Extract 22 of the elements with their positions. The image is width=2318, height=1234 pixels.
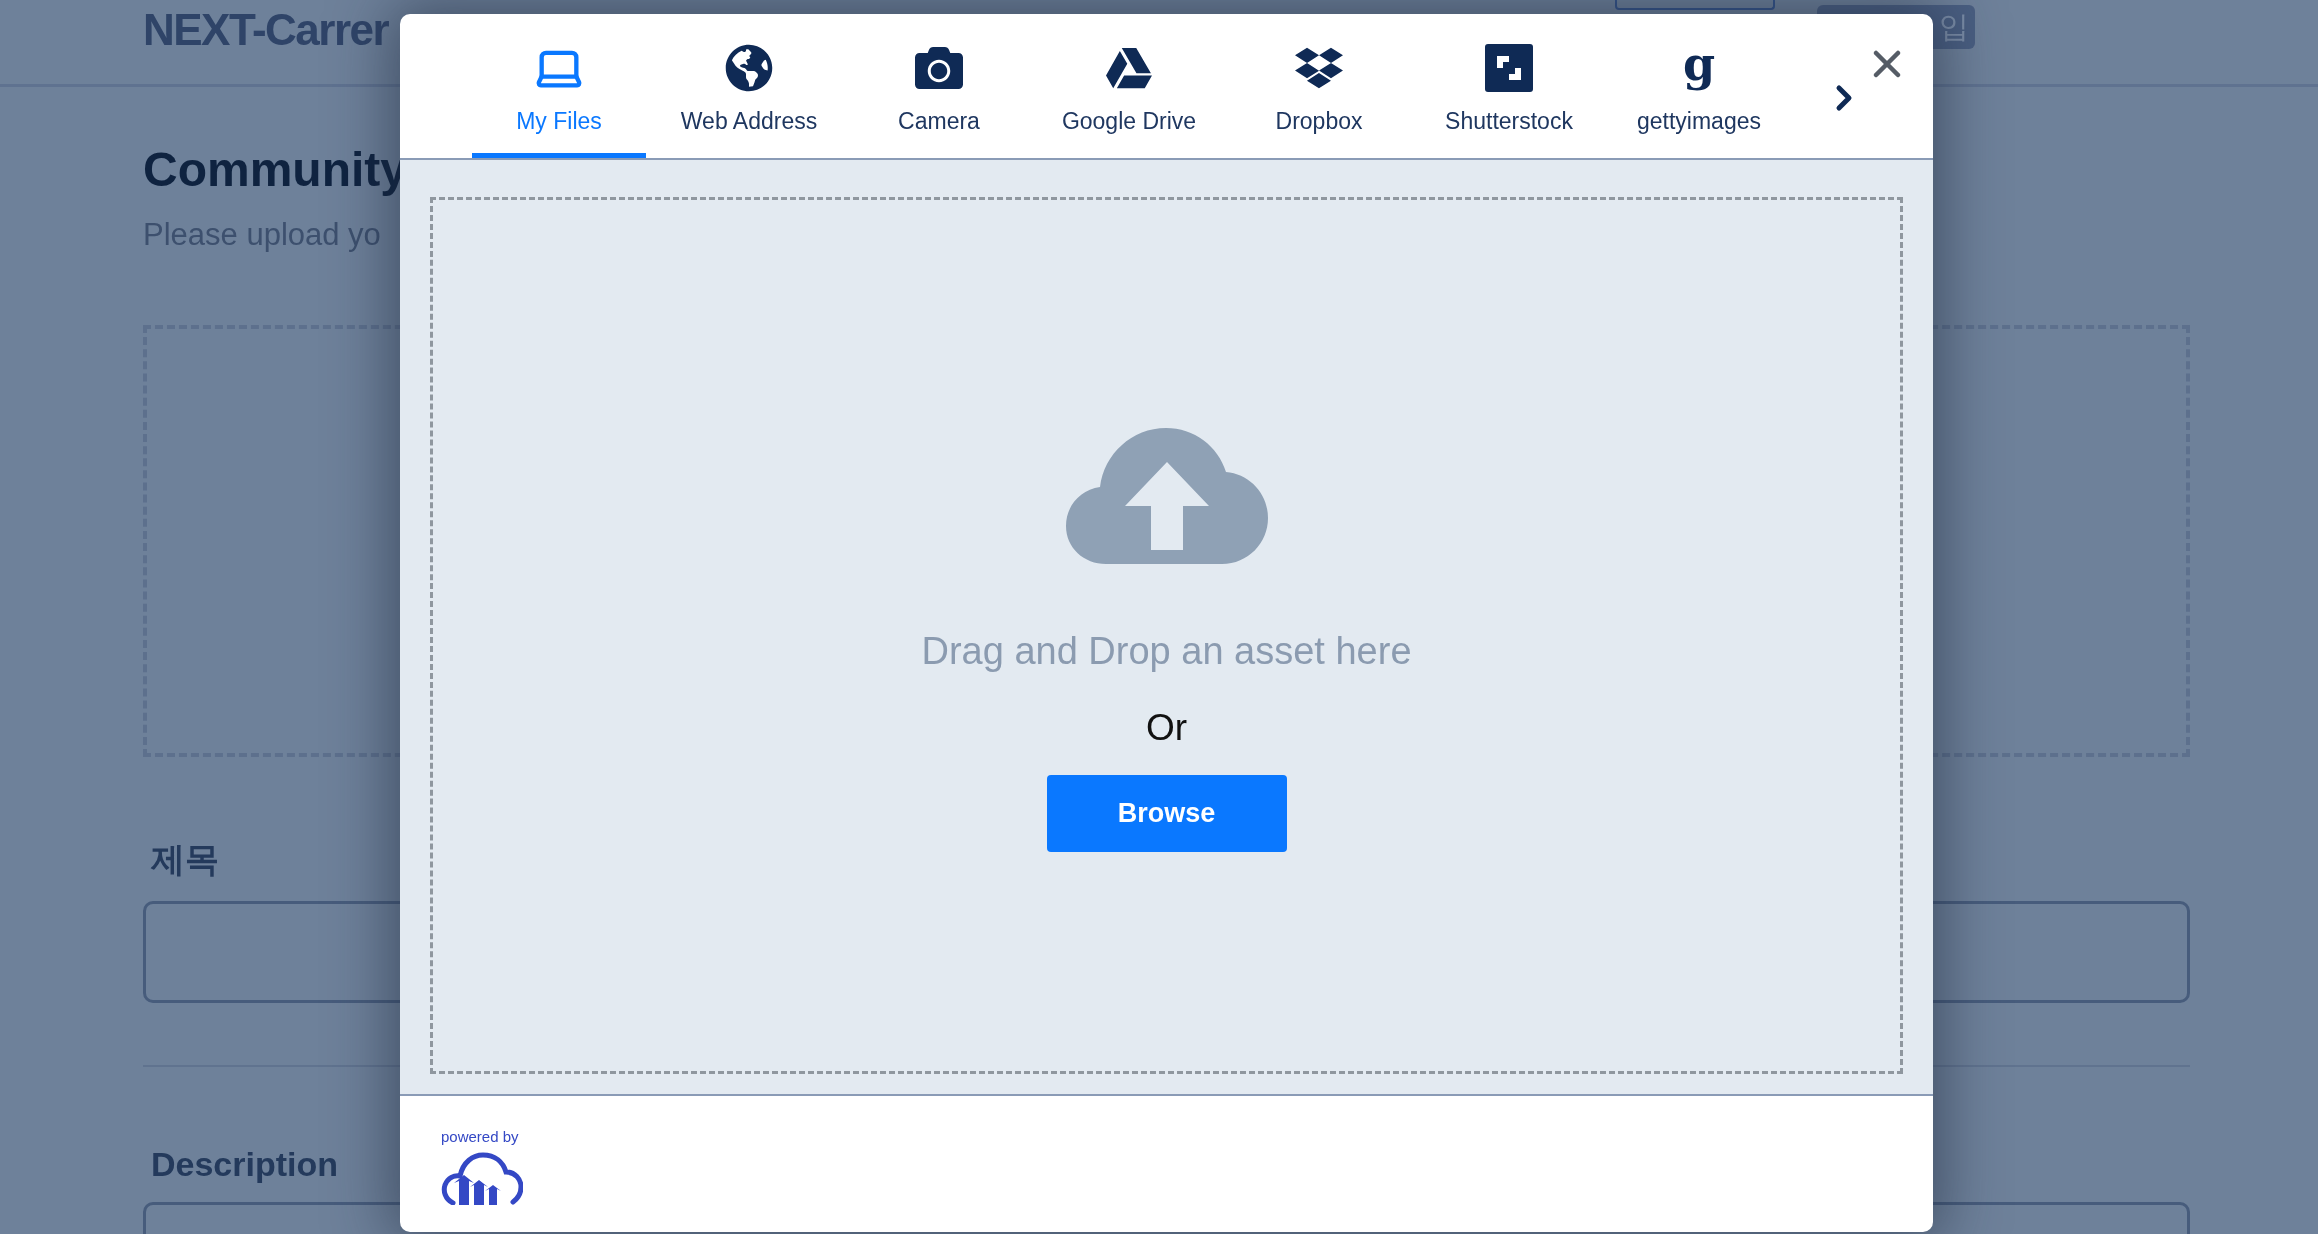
field-label: Description xyxy=(151,1145,339,1184)
source-tab[interactable]: Camera xyxy=(852,14,1026,158)
letter-icon: g xyxy=(1682,35,1716,95)
globe-icon xyxy=(725,44,773,92)
page-heading: Community xyxy=(143,142,408,197)
source-tab[interactable]: Shutterstock xyxy=(1422,14,1596,158)
drop-text: Drag and Drop an asset here xyxy=(921,630,1412,673)
drop-zone[interactable]: Drag and Drop an asset here Or Browse xyxy=(430,197,1903,1074)
cloud-upload-icon xyxy=(1065,428,1268,564)
source-tab[interactable]: g gettyimages xyxy=(1612,14,1786,158)
source-tab[interactable]: Dropbox xyxy=(1232,14,1406,158)
drive-icon xyxy=(1106,45,1152,91)
cloud-logo-icon xyxy=(441,1151,523,1205)
field-label: 제목 xyxy=(151,839,219,880)
or-text: Or xyxy=(1145,707,1188,749)
camera-icon xyxy=(915,44,963,92)
powered-by-text: powered by xyxy=(441,1128,520,1145)
site-title: NEXT-Carrer xyxy=(143,5,389,55)
source-tab[interactable]: Web Address xyxy=(662,14,836,158)
shutterstock-icon xyxy=(1485,44,1533,92)
source-tab[interactable]: Google Drive xyxy=(1042,14,1216,158)
browse-button[interactable]: Browse xyxy=(1046,775,1287,852)
